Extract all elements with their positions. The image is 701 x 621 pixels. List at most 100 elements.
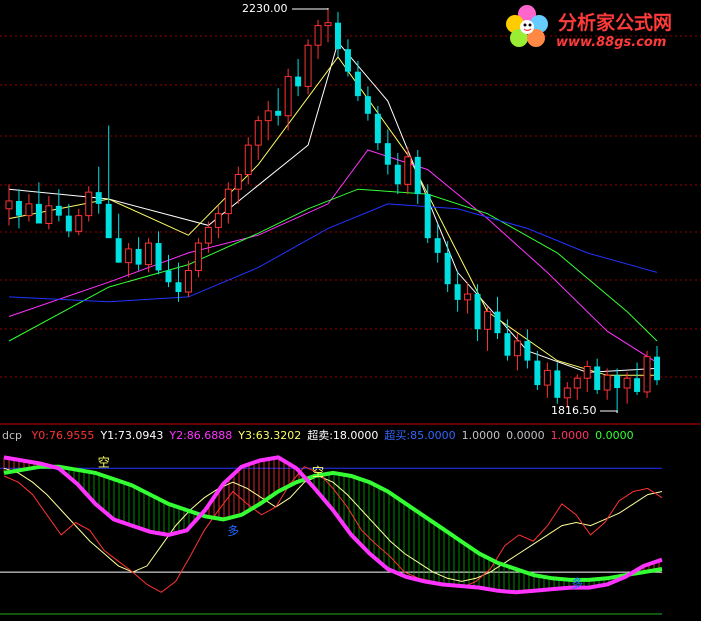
candle-body bbox=[65, 215, 72, 232]
dcp-indicator-panel: 空空多多 bbox=[0, 423, 701, 615]
candle-body bbox=[623, 377, 631, 389]
stock-chart: 空空多多 bbox=[0, 8, 701, 615]
legend-item: 超卖:18.0000 bbox=[307, 429, 379, 442]
candle-body bbox=[85, 191, 93, 217]
candle-body bbox=[404, 156, 412, 185]
candle-body bbox=[175, 282, 182, 293]
candle-body bbox=[654, 356, 661, 381]
signal-marker: 空 bbox=[312, 465, 324, 479]
candle-body bbox=[234, 174, 242, 190]
candle-body bbox=[344, 49, 351, 72]
legend-item: 0.0000 bbox=[595, 429, 634, 442]
candle-body bbox=[334, 22, 341, 50]
candle-body bbox=[224, 188, 232, 215]
candle-body bbox=[494, 311, 501, 334]
candle-body bbox=[434, 238, 441, 253]
legend-items: Y0:76.9555 Y1:73.0943 Y2:86.6888 Y3:63.3202… bbox=[32, 429, 640, 442]
candle-body bbox=[304, 44, 312, 87]
legend-item: 超买:85.0000 bbox=[384, 429, 456, 442]
high-price-value: 2230.00 bbox=[242, 2, 288, 15]
candle-body bbox=[165, 270, 172, 283]
candle-body bbox=[364, 96, 371, 114]
candle-body bbox=[474, 293, 481, 330]
legend-item: 0.0000 bbox=[506, 429, 545, 442]
candle-body bbox=[603, 374, 611, 391]
logo-url: www.88gs.com bbox=[556, 35, 667, 50]
candle-body bbox=[284, 76, 292, 117]
candle-body bbox=[184, 269, 192, 293]
candle-body bbox=[5, 200, 13, 210]
low-price-value: 1816.50 bbox=[551, 404, 597, 417]
candle-body bbox=[295, 76, 302, 87]
candle-body bbox=[513, 340, 521, 357]
candle-body bbox=[194, 242, 202, 271]
legend-item: 1.0000 bbox=[461, 429, 501, 442]
candle-body bbox=[155, 243, 162, 271]
legend-item: Y2:86.6888 bbox=[169, 429, 233, 442]
candle-body bbox=[394, 164, 401, 185]
candle-body bbox=[384, 143, 391, 165]
candle-body bbox=[254, 120, 262, 146]
candle-body bbox=[573, 377, 581, 389]
line-y1 bbox=[3, 467, 663, 582]
signal-marker: 多 bbox=[571, 577, 583, 591]
candle-body bbox=[454, 284, 461, 300]
flower-icon bbox=[506, 5, 548, 47]
candle-body bbox=[534, 360, 541, 386]
line-ma30 bbox=[8, 149, 658, 364]
candle-body bbox=[135, 248, 142, 265]
candle-body bbox=[35, 203, 42, 224]
candle-body bbox=[105, 203, 112, 239]
price-grid bbox=[0, 35, 701, 378]
candle-body bbox=[354, 71, 361, 97]
signal-marker: 空 bbox=[98, 456, 110, 470]
low-price-label: 1816.50 bbox=[551, 404, 597, 417]
candle-body bbox=[324, 22, 332, 27]
candle-body bbox=[464, 293, 472, 301]
candle-body bbox=[414, 156, 421, 195]
legend-item: Y1:73.0943 bbox=[100, 429, 164, 442]
signal-marker: 多 bbox=[227, 524, 239, 538]
candle-body bbox=[524, 341, 531, 361]
candle-body bbox=[314, 25, 322, 46]
candle-body bbox=[583, 365, 591, 379]
low-pointer bbox=[600, 410, 618, 413]
high-pointer bbox=[292, 8, 329, 10]
candle-body bbox=[554, 370, 561, 398]
candle-body bbox=[45, 205, 53, 224]
candle-body bbox=[115, 238, 122, 263]
legend-item: Y3:63.3202 bbox=[238, 429, 302, 442]
high-low-markers bbox=[292, 8, 618, 413]
site-logo: 分析家公式网 www.88gs.com bbox=[500, 4, 700, 54]
candle-body bbox=[55, 205, 62, 216]
candle-body bbox=[275, 110, 282, 116]
legend-item: Y0:76.9555 bbox=[31, 429, 95, 442]
indicator-name: dcp bbox=[2, 429, 23, 442]
candle-body bbox=[614, 375, 621, 389]
line-y3 bbox=[3, 464, 663, 582]
candle-body bbox=[484, 311, 492, 330]
candle-body bbox=[643, 356, 651, 393]
candle-body bbox=[424, 194, 431, 239]
logo-title: 分析家公式网 bbox=[558, 12, 673, 34]
candle-body bbox=[125, 248, 133, 264]
candle-body bbox=[204, 226, 212, 244]
candle-body bbox=[15, 200, 22, 216]
candle-body bbox=[444, 252, 451, 285]
high-price-label: 2230.00 bbox=[242, 2, 288, 15]
candle-body bbox=[264, 110, 272, 122]
candle-body bbox=[634, 378, 641, 392]
candle-body bbox=[504, 333, 511, 356]
candle-body bbox=[214, 213, 222, 228]
candle-body bbox=[145, 242, 153, 266]
candle-body bbox=[95, 192, 102, 204]
candle-body bbox=[374, 113, 381, 144]
candlestick-series bbox=[5, 8, 661, 413]
legend-item: 1.0000 bbox=[550, 429, 590, 442]
line-y0 bbox=[3, 466, 663, 593]
candle-body bbox=[594, 366, 601, 390]
candle-body bbox=[244, 144, 252, 176]
candle-body bbox=[563, 387, 571, 399]
candle-body bbox=[75, 215, 83, 232]
candle-body bbox=[543, 369, 551, 386]
